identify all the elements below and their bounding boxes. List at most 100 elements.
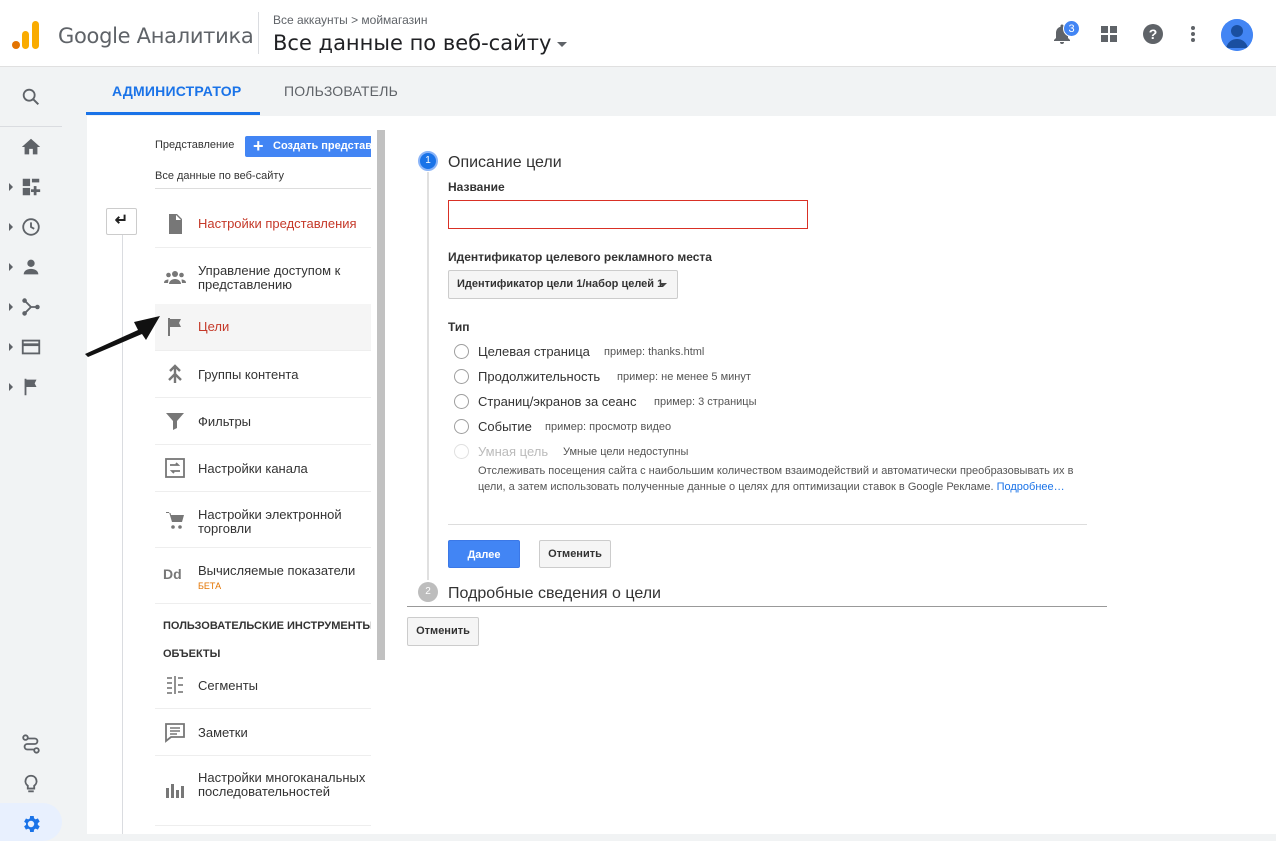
menu-item-label: Управление доступом к представлению (198, 263, 341, 292)
radio-button[interactable] (454, 369, 469, 384)
step-2-indicator: 2 (418, 582, 438, 602)
clock-icon[interactable] (20, 216, 42, 238)
view-selector-label: Все данные по веб-сайту (273, 31, 552, 55)
radio-hint: пример: просмотр видео (545, 421, 672, 433)
menu-item-label: Настройки многоканальных последовательно… (198, 770, 366, 799)
menu-item-goals[interactable]: Цели (155, 304, 371, 351)
goal-type-label: Тип (448, 320, 470, 334)
radio-label: Продолжительность (478, 369, 601, 384)
caret-down-icon (659, 283, 667, 287)
menu-item-access-management[interactable]: Управление доступом к представлению (155, 249, 371, 305)
content-group-icon (163, 363, 187, 387)
account-avatar[interactable] (1221, 19, 1253, 51)
radio-button[interactable] (454, 344, 469, 359)
radio-button (454, 444, 469, 459)
column-scrollbar[interactable] (377, 130, 385, 660)
radio-button[interactable] (454, 394, 469, 409)
menu-item-annotations[interactable]: Заметки (155, 709, 371, 756)
filter-icon (163, 409, 187, 433)
tab-admin[interactable]: АДМИНИСТРАТОР (112, 83, 241, 99)
expand-arrow-icon[interactable] (9, 223, 13, 231)
expand-arrow-icon[interactable] (9, 263, 13, 271)
lightbulb-icon[interactable] (20, 773, 42, 795)
more-vert-icon[interactable] (1181, 22, 1205, 46)
rail-divider (0, 126, 62, 127)
header-divider (258, 12, 259, 54)
expand-arrow-icon[interactable] (9, 343, 13, 351)
dashboard-icon[interactable] (20, 176, 42, 198)
menu-item-segments[interactable]: Сегменты (155, 662, 371, 709)
help-icon[interactable]: ? (1141, 22, 1165, 46)
svg-text:?: ? (1149, 26, 1158, 42)
view-selector[interactable]: Все данные по веб-сайту (273, 31, 568, 55)
document-icon (163, 212, 187, 236)
collapse-back-button[interactable]: ↵ (106, 208, 137, 235)
menu-item-label: Группы контента (198, 367, 299, 382)
view-divider (155, 188, 371, 189)
flag-icon[interactable] (20, 376, 42, 398)
fork-icon[interactable] (20, 296, 42, 318)
radio-hint: пример: 3 страницы (654, 396, 757, 408)
person-icon[interactable] (20, 256, 42, 278)
menu-item-label: Заметки (198, 725, 248, 740)
notifications-badge: 3 (1063, 20, 1080, 37)
bar-chart-icon (163, 778, 187, 802)
analytics-logo-icon[interactable] (12, 19, 40, 49)
apps-icon[interactable] (1097, 22, 1121, 46)
current-view-name[interactable]: Все данные по веб-сайту (155, 170, 284, 182)
goal-slot-value: Идентификатор цели 1/набор целей 1 (457, 278, 664, 290)
settings-icon[interactable] (20, 813, 42, 835)
expand-arrow-icon[interactable] (9, 383, 13, 391)
smart-goal-text: Отслеживать посещения сайта с наибольшим… (478, 465, 1074, 493)
next-button[interactable]: Далее (448, 540, 520, 568)
flag-icon (163, 315, 187, 339)
radio-label: Целевая страница (478, 344, 590, 359)
menu-item-calculated-metrics[interactable]: Dd Вычисляемые показатели БЕТА (155, 548, 371, 604)
menu-item-view-settings[interactable]: Настройки представления (155, 201, 371, 248)
section-title: ОБЪЕКТЫ (163, 648, 221, 660)
expand-arrow-icon[interactable] (9, 183, 13, 191)
menu-item-channel-settings[interactable]: Настройки канала (155, 445, 371, 492)
create-view-label: Создать представле (273, 140, 371, 152)
people-icon (163, 265, 187, 289)
cart-icon (163, 508, 187, 532)
cancel-button[interactable]: Отменить (539, 540, 611, 568)
menu-item-label: Вычисляемые показатели (198, 563, 356, 578)
learn-more-link[interactable]: Подробнее… (997, 481, 1065, 493)
step-2-title: Подробные сведения о цели (448, 585, 661, 602)
channel-icon (163, 456, 187, 480)
breadcrumb[interactable]: Все аккаунты > моймагазин (273, 13, 427, 27)
goal-slot-dropdown[interactable]: Идентификатор цели 1/набор целей 1 (448, 270, 678, 299)
tab-user[interactable]: ПОЛЬЗОВАТЕЛЬ (284, 83, 398, 99)
section-title: ПОЛЬЗОВАТЕЛЬСКИЕ ИНСТРУМЕНТЫ И (163, 620, 371, 632)
plus-icon: + (253, 136, 264, 156)
notes-icon (163, 720, 187, 744)
product-name: Google Аналитика (58, 24, 254, 48)
menu-item-filters[interactable]: Фильтры (155, 398, 371, 445)
form-divider (448, 524, 1087, 525)
create-view-button[interactable]: + Создать представле (245, 136, 371, 157)
card-icon[interactable] (20, 336, 42, 358)
expand-arrow-icon[interactable] (9, 303, 13, 311)
search-icon[interactable] (20, 86, 42, 108)
home-icon[interactable] (20, 136, 42, 158)
radio-hint: пример: не менее 5 минут (617, 371, 751, 383)
menu-item-label: Фильтры (198, 414, 252, 429)
path-icon[interactable] (20, 733, 42, 755)
goal-name-input[interactable] (448, 200, 808, 229)
menu-item-label: Цели (198, 319, 230, 334)
menu-item-multichannel-settings[interactable]: Настройки многоканальных последовательно… (155, 756, 371, 826)
bottom-divider (407, 606, 1107, 607)
bottom-cancel-button[interactable]: Отменить (407, 617, 479, 646)
top-bar: Google Аналитика Все аккаунты > моймагаз… (0, 0, 1276, 67)
active-tab-indicator (86, 112, 260, 115)
menu-item-label: Настройки канала (198, 461, 308, 476)
radio-button[interactable] (454, 419, 469, 434)
step-1-indicator: 1 (418, 151, 438, 171)
goal-slot-label: Идентификатор целевого рекламного места (448, 250, 712, 264)
menu-item-ecommerce-settings[interactable]: Настройки электронной торговли (155, 492, 371, 548)
menu-item-label: Настройки представления (198, 216, 357, 231)
menu-item-label: Сегменты (198, 678, 259, 693)
pointer-arrow-icon (85, 316, 160, 357)
menu-item-content-groups[interactable]: Группы контента (155, 351, 371, 398)
